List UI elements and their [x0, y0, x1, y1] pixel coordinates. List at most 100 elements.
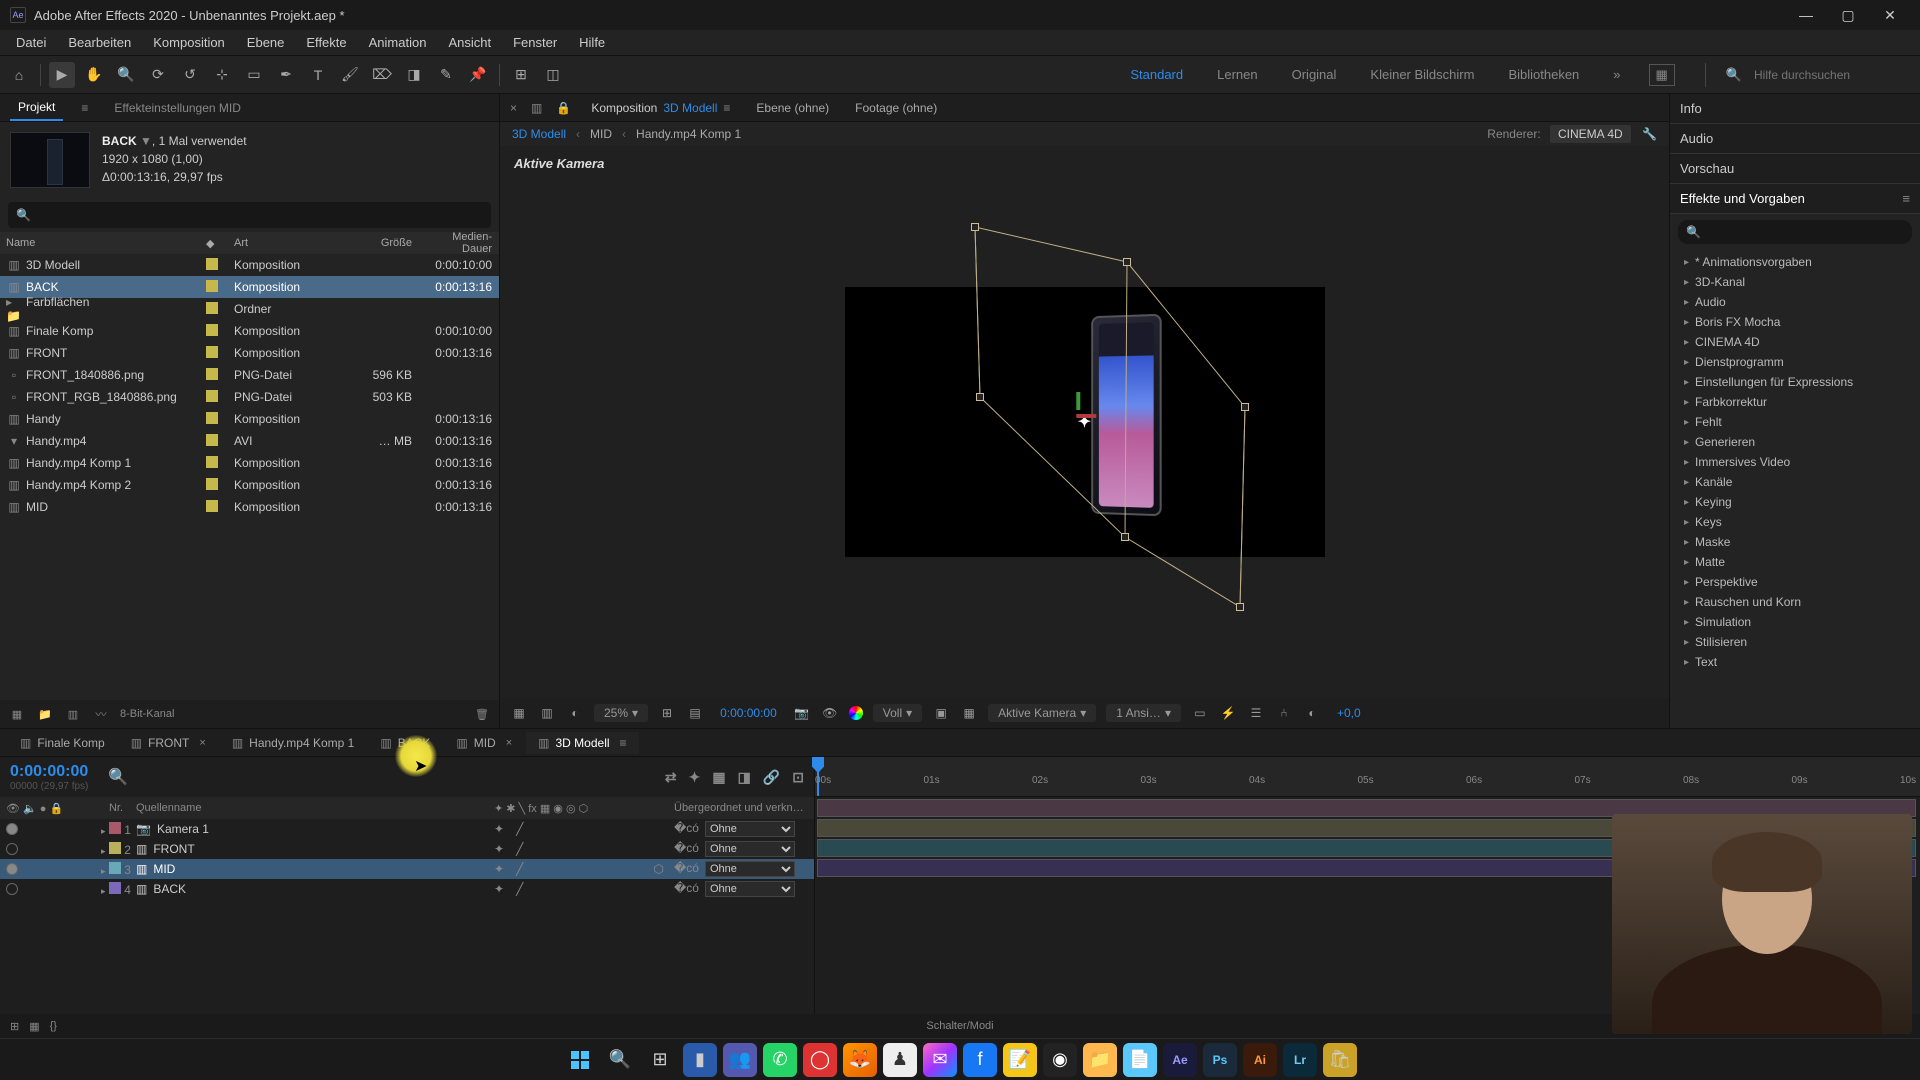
project-row[interactable]: ▫FRONT_1840886.pngPNG-Datei596 KB [0, 364, 499, 386]
project-search[interactable]: 🔍 [8, 202, 491, 228]
effects-category[interactable]: Keys [1670, 512, 1920, 532]
viewer-timecode[interactable]: 0:00:00:00 [714, 704, 783, 722]
trash-icon[interactable]: 🗑 [473, 705, 491, 723]
app-icon[interactable]: 🛍 [1323, 1043, 1357, 1077]
roi-icon[interactable]: ▣ [932, 704, 950, 722]
workspace-overflow-icon[interactable]: » [1607, 63, 1626, 86]
anchor-tool[interactable]: ⊹ [209, 62, 235, 88]
pen-tool[interactable]: ✒ [273, 62, 299, 88]
alpha-icon[interactable]: ▦ [510, 704, 528, 722]
panel-preview[interactable]: Vorschau [1670, 154, 1920, 184]
tl-icon[interactable]: 🔗 [763, 769, 780, 786]
start-button[interactable] [563, 1043, 597, 1077]
app-icon[interactable]: ♟ [883, 1043, 917, 1077]
panel-effects[interactable]: Effekte und Vorgaben≡ [1670, 184, 1920, 214]
grid-icon[interactable]: ⊞ [658, 704, 676, 722]
effects-category[interactable]: Dienstprogramm [1670, 352, 1920, 372]
effects-category[interactable]: Fehlt [1670, 412, 1920, 432]
snap2-icon[interactable]: ◫ [540, 62, 566, 88]
effects-category[interactable]: 3D-Kanal [1670, 272, 1920, 292]
renderer-settings-icon[interactable]: 🔧 [1642, 127, 1657, 141]
project-row[interactable]: ▫FRONT_RGB_1840886.pngPNG-Datei503 KB [0, 386, 499, 408]
lightroom-icon[interactable]: Lr [1283, 1043, 1317, 1077]
toggle-switches-icon[interactable]: ⊞ [10, 1020, 19, 1033]
effects-category[interactable]: Perspektive [1670, 572, 1920, 592]
project-row[interactable]: ▸📁FarbflächenOrdner [0, 298, 499, 320]
project-row[interactable]: ▾Handy.mp4AVI… MB0:00:13:16 [0, 430, 499, 452]
effects-category[interactable]: Matte [1670, 552, 1920, 572]
menu-ansicht[interactable]: Ansicht [438, 31, 501, 54]
photoshop-icon[interactable]: Ps [1203, 1043, 1237, 1077]
adjust-icon[interactable]: 〰 [92, 705, 110, 723]
text-tool[interactable]: T [305, 62, 331, 88]
notepad-icon[interactable]: 📄 [1123, 1043, 1157, 1077]
tl-icon[interactable]: ◨ [738, 769, 751, 786]
camera-dropdown[interactable]: Aktive Kamera ▾ [988, 704, 1096, 722]
project-tab[interactable]: Projekt [10, 95, 63, 121]
timeline-layer[interactable]: ▸ 4 ▥ BACK ✦╱ �cóOhne [0, 879, 814, 899]
parent-dropdown[interactable]: Ohne [705, 821, 795, 837]
parent-dropdown[interactable]: Ohne [705, 841, 795, 857]
zoom-dropdown[interactable]: 25% ▾ [594, 704, 648, 722]
guides-icon[interactable]: ▤ [686, 704, 704, 722]
menu-bearbeiten[interactable]: Bearbeiten [58, 31, 141, 54]
effects-category[interactable]: Farbkorrektur [1670, 392, 1920, 412]
project-row[interactable]: ▥Handy.mp4 Komp 1Komposition0:00:13:16 [0, 452, 499, 474]
viewer-tab-comp[interactable]: Komposition 3D Modell ≡ [585, 97, 736, 119]
obs-icon[interactable]: ◉ [1043, 1043, 1077, 1077]
effects-category[interactable]: Boris FX Mocha [1670, 312, 1920, 332]
panel-info[interactable]: Info [1670, 94, 1920, 124]
project-row[interactable]: ▥3D ModellKomposition0:00:10:00 [0, 254, 499, 276]
viewer-lock-icon[interactable]: 🔒 [556, 101, 571, 115]
stamp-tool[interactable]: ⌦ [369, 62, 395, 88]
effects-category[interactable]: Einstellungen für Expressions [1670, 372, 1920, 392]
app-icon[interactable]: ◯ [803, 1043, 837, 1077]
workspace-original[interactable]: Original [1286, 63, 1343, 86]
teams-icon[interactable]: 👥 [723, 1043, 757, 1077]
minimize-button[interactable]: — [1786, 1, 1826, 29]
selection-tool[interactable]: ▶ [49, 62, 75, 88]
project-row[interactable]: ▥Finale KompKomposition0:00:10:00 [0, 320, 499, 342]
new-folder-icon[interactable]: 📁 [36, 705, 54, 723]
timeline-tab[interactable]: ▥Finale Komp [8, 732, 117, 754]
effects-category[interactable]: Stilisieren [1670, 632, 1920, 652]
project-search-input[interactable] [31, 208, 483, 222]
viewer-tab-footage[interactable]: Footage (ohne) [849, 97, 943, 119]
bit-depth[interactable]: 8-Bit-Kanal [120, 708, 174, 720]
puppet-tool[interactable]: 📌 [465, 62, 491, 88]
workspace-bibliotheken[interactable]: Bibliotheken [1502, 63, 1585, 86]
effects-category[interactable]: Simulation [1670, 612, 1920, 632]
timeline-tab[interactable]: ▥MID× [444, 732, 524, 754]
help-search-input[interactable] [1754, 68, 1904, 82]
notes-icon[interactable]: 📝 [1003, 1043, 1037, 1077]
menu-animation[interactable]: Animation [359, 31, 437, 54]
breadcrumb-item[interactable]: 3D Modell [512, 127, 566, 141]
composition-canvas[interactable]: ✦ [845, 287, 1325, 557]
rotate-tool[interactable]: ↺ [177, 62, 203, 88]
toggle-brackets-icon[interactable]: {} [50, 1020, 57, 1033]
tl-icon[interactable]: ⊡ [792, 769, 804, 786]
illustrator-icon[interactable]: Ai [1243, 1043, 1277, 1077]
home-icon[interactable]: ⌂ [6, 62, 32, 88]
color-icon[interactable] [849, 706, 863, 720]
new-comp-icon[interactable]: ▥ [64, 705, 82, 723]
menu-hilfe[interactable]: Hilfe [569, 31, 615, 54]
effects-category[interactable]: Keying [1670, 492, 1920, 512]
messenger-icon[interactable]: ✉ [923, 1043, 957, 1077]
viewer-back-icon[interactable]: × [510, 101, 517, 115]
switches-modes-label[interactable]: Schalter/Modi [926, 1020, 993, 1032]
snapshot-icon[interactable]: 📷 [793, 704, 811, 722]
timeline-tab[interactable]: ▥BACK [368, 732, 442, 754]
effects-category[interactable]: Kanäle [1670, 472, 1920, 492]
menu-fenster[interactable]: Fenster [503, 31, 567, 54]
tl-icon[interactable]: ✦ [689, 769, 701, 786]
workspace-lernen[interactable]: Lernen [1211, 63, 1263, 86]
rect-tool[interactable]: ▭ [241, 62, 267, 88]
timeline-tab[interactable]: ▥FRONT× [119, 732, 218, 754]
project-row[interactable]: ▥MIDKomposition0:00:13:16 [0, 496, 499, 518]
exposure-value[interactable]: +0,0 [1331, 704, 1367, 722]
parent-dropdown[interactable]: Ohne [705, 861, 795, 877]
effect-controls-tab[interactable]: Effekteinstellungen MID [106, 96, 249, 120]
hand-tool[interactable]: ✋ [81, 62, 107, 88]
timeline-tab[interactable]: ▥3D Modell≡ [526, 732, 638, 754]
